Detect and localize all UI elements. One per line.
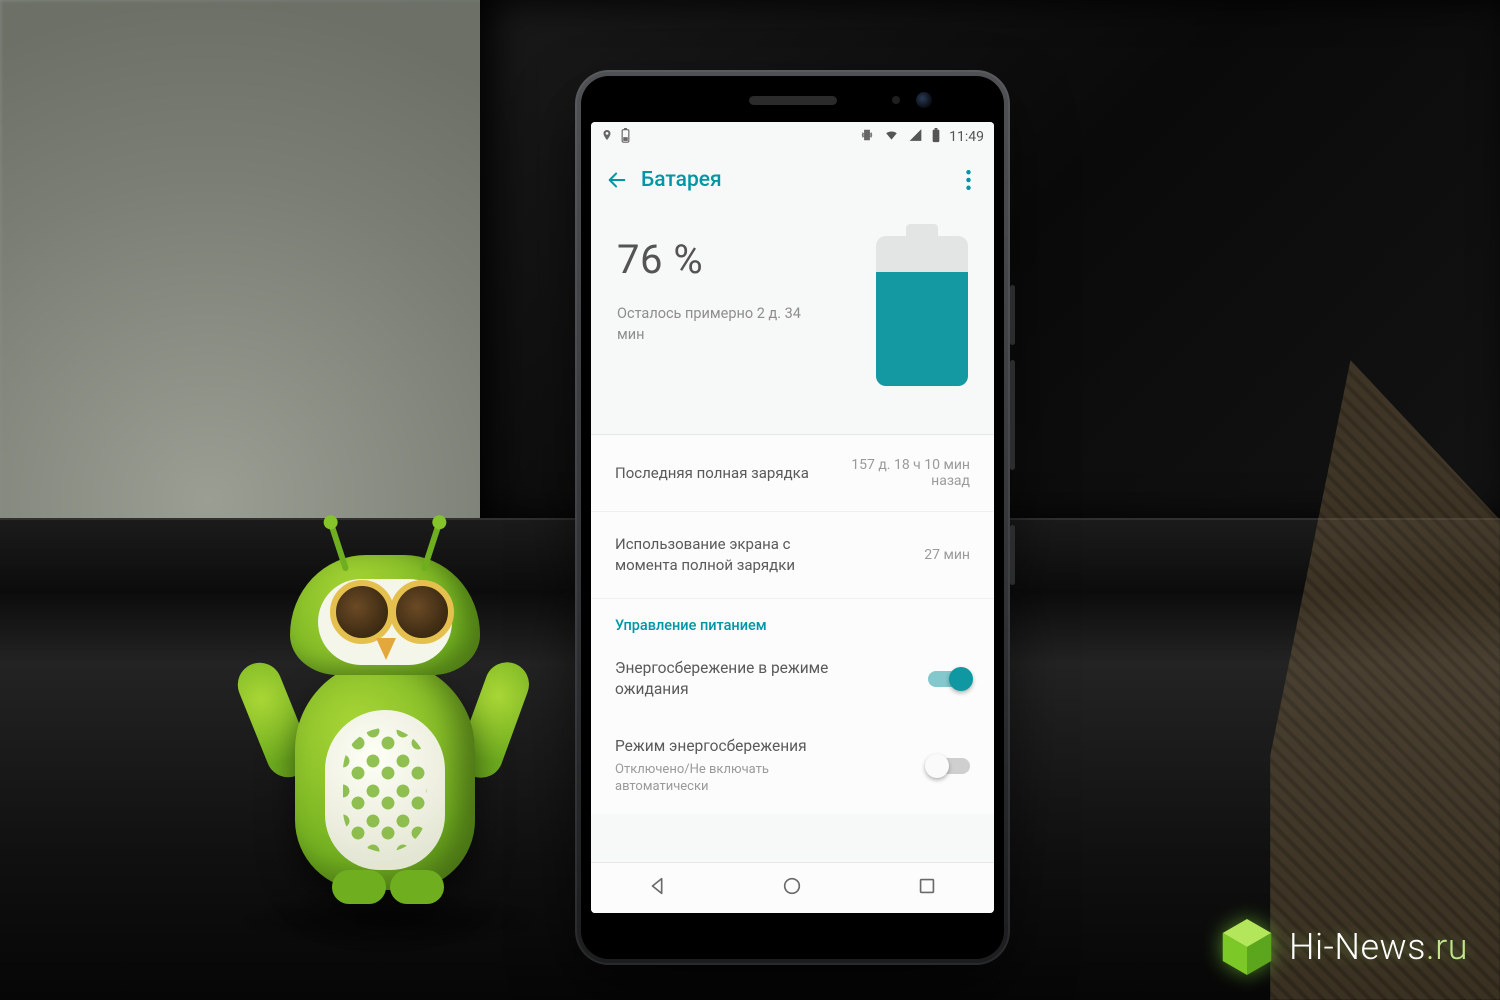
vibrate-icon xyxy=(859,128,875,146)
nav-home-button[interactable] xyxy=(781,875,803,901)
row-battery-saver[interactable]: Режим энергосбережения Отключено/Не вклю… xyxy=(591,718,994,814)
side-button xyxy=(1010,285,1015,345)
row-value: 157 д. 18 ч 10 мин назад xyxy=(810,457,970,489)
row-value: 27 мин xyxy=(924,547,970,563)
toggle-title: Энергосбережение в режиме ожидания xyxy=(615,658,865,700)
location-icon xyxy=(601,128,613,146)
side-button xyxy=(1010,525,1015,585)
standby-saver-toggle[interactable] xyxy=(928,671,970,687)
row-label: Последняя полная зарядка xyxy=(615,463,809,484)
watermark-suffix: .ru xyxy=(1426,926,1468,968)
battery-fill xyxy=(876,272,968,386)
photo-scene: 11:49 Батарея 76 % Осталось примерно 2 д… xyxy=(0,0,1500,1000)
nav-back-button[interactable] xyxy=(647,875,669,901)
signal-icon xyxy=(908,128,923,146)
earpiece xyxy=(749,96,837,105)
nav-recents-button[interactable] xyxy=(916,875,938,901)
proximity-sensor xyxy=(892,96,900,104)
overflow-menu-button[interactable] xyxy=(948,160,988,200)
screen-title: Батарея xyxy=(641,168,948,192)
row-screen-usage[interactable]: Использование экрана с момента полной за… xyxy=(591,512,994,599)
clock: 11:49 xyxy=(949,129,984,145)
battery-icon-large xyxy=(876,236,968,386)
back-button[interactable] xyxy=(597,160,637,200)
battery-summary[interactable]: 76 % Осталось примерно 2 д. 34 мин xyxy=(591,208,994,435)
battery-saver-toggle[interactable] xyxy=(928,758,970,774)
row-label: Использование экрана с момента полной за… xyxy=(615,534,825,576)
app-bar: Батарея xyxy=(591,152,994,208)
navigation-bar xyxy=(591,862,994,913)
phone-screen: 11:49 Батарея 76 % Осталось примерно 2 д… xyxy=(591,122,994,913)
volume-rocker xyxy=(1010,360,1015,470)
battery-estimate: Осталось примерно 2 д. 34 мин xyxy=(617,303,807,345)
row-last-full-charge[interactable]: Последняя полная зарядка 157 д. 18 ч 10 … xyxy=(591,435,994,512)
hinews-cube-icon xyxy=(1219,916,1275,978)
wifi-icon xyxy=(883,128,900,146)
battery-status-icon xyxy=(621,128,630,147)
front-camera xyxy=(916,92,932,108)
toggle-subtitle: Отключено/Не включать автоматически xyxy=(615,761,865,796)
figurine-shadow xyxy=(230,890,550,950)
status-bar: 11:49 xyxy=(591,122,994,152)
watermark-brand: Hi-News xyxy=(1289,926,1426,968)
battery-stats-section: Последняя полная зарядка 157 д. 18 ч 10 … xyxy=(591,435,994,814)
power-management-header: Управление питанием xyxy=(591,599,994,640)
row-standby-saver[interactable]: Энергосбережение в режиме ожидания xyxy=(591,640,994,718)
smartphone: 11:49 Батарея 76 % Осталось примерно 2 д… xyxy=(575,70,1010,965)
battery-icon xyxy=(931,128,941,147)
battery-percent: 76 % xyxy=(617,236,864,283)
toggle-title: Режим энергосбережения xyxy=(615,736,865,757)
watermark: Hi-News.ru xyxy=(1219,916,1468,978)
